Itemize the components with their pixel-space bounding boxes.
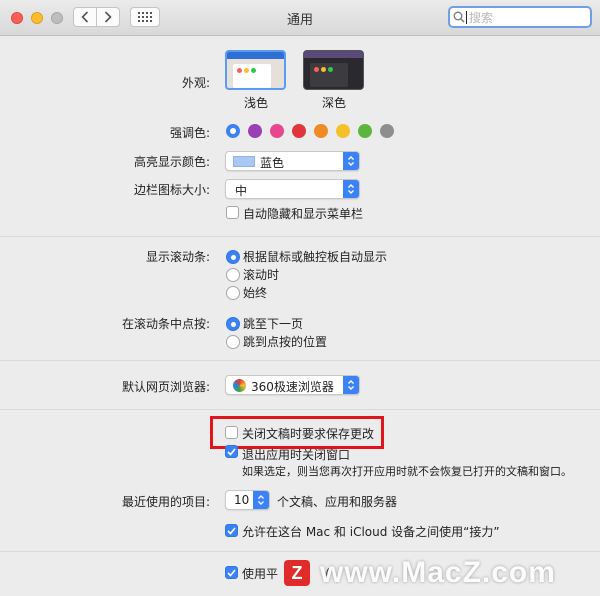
thumb-menubar <box>227 52 284 59</box>
accent-swatch-red[interactable] <box>292 124 306 138</box>
thumb-dot <box>328 67 333 72</box>
close-windows-label: 退出应用时关闭窗口 <box>242 448 351 462</box>
divider <box>0 409 600 410</box>
appearance-light-label: 浅色 <box>244 96 269 110</box>
browser-360-icon <box>233 379 246 392</box>
accent-swatch-blue[interactable] <box>226 124 240 138</box>
highlight-color-label: 高亮显示颜色: <box>133 155 210 169</box>
scrollbars-when-scrolling-radio[interactable] <box>226 268 240 282</box>
divider <box>0 551 600 552</box>
zoom-window-button[interactable] <box>51 12 63 24</box>
font-smoothing-checkbox[interactable] <box>225 566 238 579</box>
search-field[interactable]: 搜索 <box>448 6 592 28</box>
grid-icon <box>138 12 152 22</box>
highlight-color-popup[interactable]: 蓝色 <box>225 151 360 171</box>
sidebar-icon-size-label: 边栏图标大小: <box>133 183 210 197</box>
accent-swatch-yellow[interactable] <box>336 124 350 138</box>
thumb-dot <box>251 68 256 73</box>
popup-arrows-icon <box>343 152 359 170</box>
divider <box>0 236 600 237</box>
forward-button[interactable] <box>96 7 120 27</box>
autohide-menubar-checkbox[interactable] <box>226 206 239 219</box>
accent-swatch-green[interactable] <box>358 124 372 138</box>
recent-items-count-value: 10 <box>234 493 250 507</box>
thumb-dot <box>244 68 249 73</box>
minimize-window-button[interactable] <box>31 12 43 24</box>
appearance-dark-label: 深色 <box>322 96 347 110</box>
thumb-menubar <box>304 51 363 58</box>
thumb-dot <box>321 67 326 72</box>
highlight-color-value: 蓝色 <box>260 156 285 170</box>
back-button[interactable] <box>73 7 97 27</box>
scrollbars-auto-radio[interactable] <box>226 250 240 264</box>
search-icon <box>453 11 465 23</box>
popup-arrows-icon <box>343 376 359 394</box>
default-browser-value: 360极速浏览器 <box>251 380 334 394</box>
accent-swatch-orange[interactable] <box>314 124 328 138</box>
appearance-dark-option[interactable] <box>303 50 364 90</box>
handoff-checkbox[interactable] <box>225 524 238 537</box>
jump-next-page-label: 跳至下一页 <box>243 317 304 331</box>
checkmark-icon <box>227 447 236 456</box>
appearance-light-option[interactable] <box>225 50 286 90</box>
search-placeholder: 搜索 <box>469 10 494 25</box>
accent-swatch-purple[interactable] <box>248 124 262 138</box>
show-scrollbars-label: 显示滚动条: <box>145 250 210 264</box>
show-all-button[interactable] <box>130 7 160 27</box>
annotation-highlight-box <box>210 416 384 449</box>
popup-arrows-icon <box>253 491 269 509</box>
jump-to-spot-radio[interactable] <box>226 335 240 349</box>
recent-items-suffix: 个文稿、应用和服务器 <box>277 495 398 509</box>
checkmark-icon <box>227 526 236 535</box>
color-swatch-icon <box>233 156 255 167</box>
window-title: 通用 <box>286 13 313 28</box>
jump-next-page-radio[interactable] <box>226 317 240 331</box>
accent-color-label: 强调色: <box>169 126 210 140</box>
text-cursor <box>466 10 467 24</box>
accent-swatch-pink[interactable] <box>270 124 284 138</box>
watermark: Z www.MacZ.com <box>284 556 556 590</box>
thumb-dot <box>237 68 242 73</box>
close-window-button[interactable] <box>11 12 23 24</box>
click-scrollbar-label: 在滚动条中点按: <box>121 317 210 331</box>
close-windows-note: 如果选定，则当您再次打开应用时就不会恢复已打开的文稿和窗口。 <box>242 465 572 478</box>
scrollbars-when-scrolling-label: 滚动时 <box>243 268 280 282</box>
accent-swatch-graphite[interactable] <box>380 124 394 138</box>
scrollbars-always-label: 始终 <box>243 286 268 300</box>
appearance-label: 外观: <box>181 76 210 90</box>
recent-items-count-popup[interactable]: 10 <box>225 490 270 510</box>
jump-to-spot-label: 跳到点按的位置 <box>243 335 328 349</box>
sidebar-icon-size-popup[interactable]: 中 <box>225 179 360 199</box>
font-smoothing-label: 使用平 <box>242 567 279 581</box>
chevron-right-icon <box>104 11 112 23</box>
recent-items-label: 最近使用的项目: <box>121 495 210 509</box>
checkmark-icon <box>227 568 236 577</box>
chevron-left-icon <box>81 11 89 23</box>
close-windows-checkbox[interactable] <box>225 445 238 458</box>
popup-arrows-icon <box>343 180 359 198</box>
divider <box>0 360 600 361</box>
scrollbars-auto-label: 根据鼠标或触控板自动显示 <box>243 250 388 264</box>
watermark-logo: Z <box>284 560 310 586</box>
default-browser-popup[interactable]: 360极速浏览器 <box>225 375 360 395</box>
general-preferences-window: 通用 搜索 外观: 浅色 深色 强调色: 高亮显示颜色: 蓝色 边栏图标大小: … <box>0 0 600 596</box>
toolbar: 通用 搜索 <box>0 0 600 36</box>
sidebar-icon-size-value: 中 <box>235 184 248 198</box>
scrollbars-always-radio[interactable] <box>226 286 240 300</box>
thumb-dot <box>314 67 319 72</box>
default-browser-label: 默认网页浏览器: <box>121 380 210 394</box>
watermark-text: www.MacZ.com <box>320 556 556 589</box>
handoff-label: 允许在这台 Mac 和 iCloud 设备之间使用“接力” <box>242 525 500 539</box>
autohide-menubar-label: 自动隐藏和显示菜单栏 <box>243 207 364 221</box>
